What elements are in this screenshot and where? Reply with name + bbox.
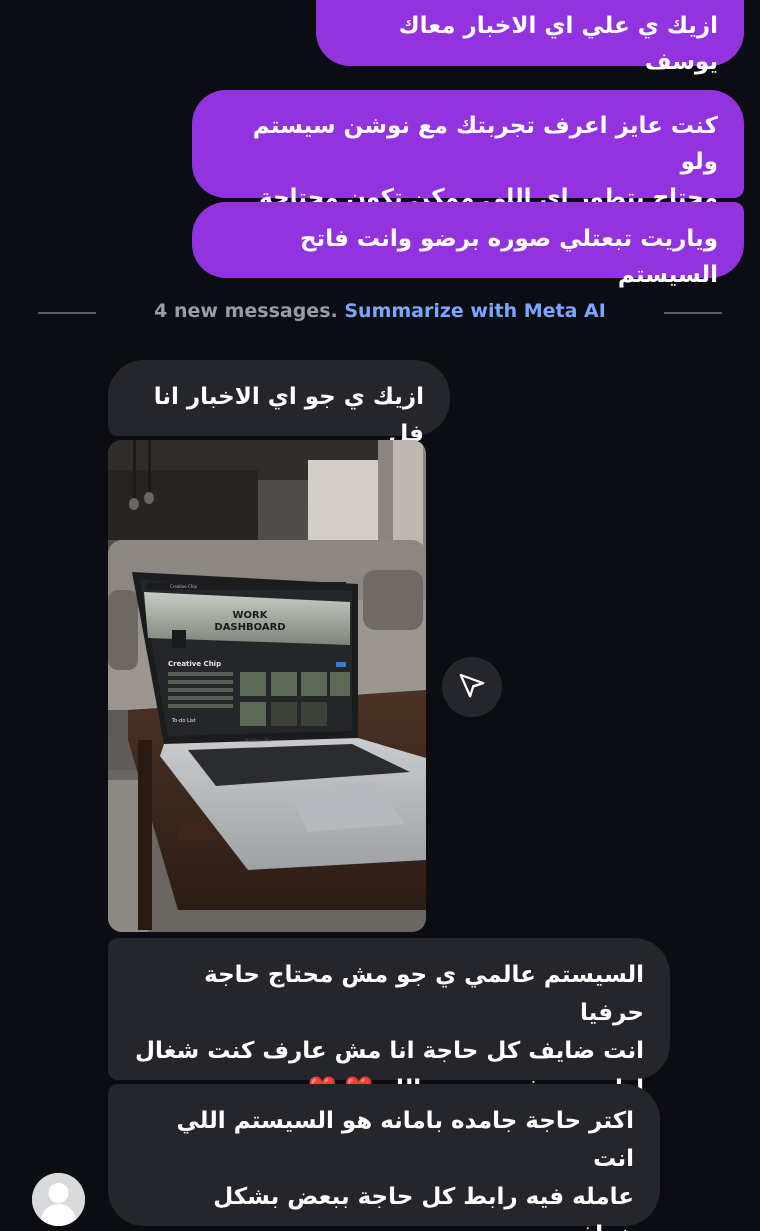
laptop-label: MacBook Pro [245, 738, 271, 743]
send-icon [457, 670, 487, 704]
new-messages-divider: 4 new messages. Summarize with Meta AI [0, 298, 760, 328]
message-text-line: كنت عايز اعرف تجربتك مع نوشن سيستم ولو [252, 113, 718, 175]
photo-message[interactable]: WORK DASHBOARD Creative Chip To-do List … [108, 440, 426, 932]
share-button[interactable] [442, 657, 502, 717]
message-text: ازيك ي علي اي الاخبار معاك يوسف [398, 13, 718, 75]
message-text-line: السيستم عالمي ي جو مش محتاج حاجة حرفيا [204, 962, 644, 1026]
screen-todo: To-do List [171, 718, 196, 724]
new-messages-count: 4 new messages. [154, 300, 338, 322]
user-avatar-icon [32, 1173, 85, 1226]
sender-avatar[interactable] [32, 1173, 85, 1226]
incoming-message[interactable]: السيستم عالمي ي جو مش محتاج حاجة حرفيا ا… [108, 938, 670, 1102]
outgoing-message[interactable]: ازيك ي علي اي الاخبار معاك يوسف [316, 0, 744, 75]
incoming-message[interactable]: ازيك ي جو اي الاخبار انا فل [108, 360, 450, 447]
divider-line [664, 312, 722, 314]
message-text: ازيك ي جو اي الاخبار انا فل [153, 384, 424, 447]
divider-text: 4 new messages. Summarize with Meta AI [0, 300, 760, 322]
screen-tab: Creative Chip [170, 584, 197, 589]
incoming-message[interactable]: اكتر حاجة جامده بامانه هو السيستم اللي ا… [108, 1084, 660, 1231]
outgoing-message[interactable]: وياريت تبعتلي صوره برضو وانت فاتح السيست… [192, 202, 744, 288]
message-text: وياريت تبعتلي صوره برضو وانت فاتح السيست… [299, 226, 718, 288]
message-text-line: انت ضايف كل حاجة انا مش عارف كنت شغال [135, 1038, 644, 1064]
screen-heading: Creative Chip [168, 660, 221, 668]
summarize-link[interactable]: Summarize with Meta AI [344, 300, 605, 322]
screen-title-1: WORK [233, 610, 269, 621]
message-text-line: عامله فيه رابط كل حاجة ببعض بشكل خرافي [213, 1184, 634, 1231]
laptop-photo-image: WORK DASHBOARD Creative Chip To-do List … [108, 440, 426, 932]
screen-title-2: DASHBOARD [214, 622, 285, 633]
chat-thread: ازيك ي علي اي الاخبار معاك يوسف كنت عايز… [0, 0, 760, 1231]
outgoing-message[interactable]: كنت عايز اعرف تجربتك مع نوشن سيستم ولو م… [192, 90, 744, 247]
message-text-line: اكتر حاجة جامده بامانه هو السيستم اللي ا… [176, 1108, 634, 1172]
